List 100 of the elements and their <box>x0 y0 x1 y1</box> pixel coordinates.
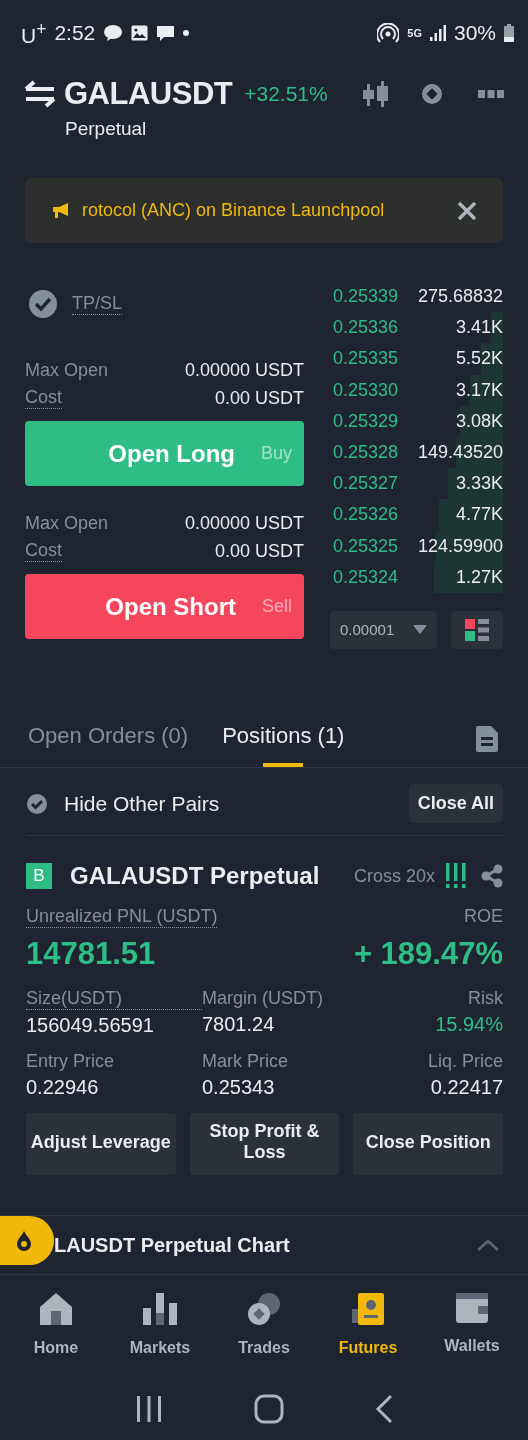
pnl-value: 14781.51 <box>26 936 156 972</box>
bid-amount: 3.17K <box>455 379 503 401</box>
home-icon <box>40 1293 72 1325</box>
back-icon[interactable] <box>374 1393 393 1424</box>
info-label: Max Open <box>25 513 109 534</box>
checkbox[interactable] <box>28 289 58 319</box>
megaphone-icon <box>53 203 70 218</box>
field-value: 0.25343 <box>202 1076 276 1099</box>
price-change: +32.51% <box>244 82 328 106</box>
precision-dropdown[interactable]: 0.00001 <box>330 610 437 649</box>
chart-label: LAUSDT Perpetual Chart <box>54 1233 291 1257</box>
bid-amount: 1.27K <box>455 566 503 588</box>
announcement-banner[interactable]: rotocol (ANC) on Binance Launchpool <box>25 178 503 243</box>
field-value: 15.94% <box>435 1013 503 1036</box>
field-label: Liq. Price <box>427 1051 503 1072</box>
info-value: 0.00000 USDT <box>184 360 304 381</box>
signal-icon <box>429 25 446 41</box>
bid-price[interactable]: 0.25324 <box>333 566 399 588</box>
filter-label[interactable]: Hide Other Pairs <box>64 791 220 816</box>
margin-mode: Cross 20x <box>353 865 435 887</box>
field-label: Mark Price <box>202 1051 289 1072</box>
candlestick-icon[interactable] <box>362 81 390 107</box>
battery-icon <box>504 24 514 42</box>
field-value: 0.22946 <box>26 1076 100 1099</box>
field-value: 156049.56591 <box>26 1014 155 1037</box>
info-label: Cost <box>25 540 62 562</box>
bid-price[interactable]: 0.25325 <box>333 535 399 557</box>
bid-price[interactable]: 0.25336 <box>333 317 399 339</box>
nav-item[interactable]: Futures <box>326 1293 410 1387</box>
announcement-text: rotocol (ANC) on Binance Launchpool <box>82 200 386 221</box>
book-layout-button[interactable] <box>451 610 503 649</box>
roe-label: ROE <box>464 906 503 928</box>
field-label: Risk <box>468 988 503 1009</box>
bid-price[interactable]: 0.25328 <box>333 442 399 464</box>
position-action-button[interactable]: Close Position <box>353 1113 503 1175</box>
recent-apps-icon[interactable] <box>135 1394 164 1423</box>
checkbox[interactable] <box>26 792 48 815</box>
flame-icon <box>16 1230 32 1251</box>
field-label: Size(USDT) <box>26 988 202 1010</box>
wallet-icon <box>456 1293 488 1323</box>
bid-amount: 3.41K <box>455 317 503 339</box>
field-label: Entry Price <box>26 1051 116 1072</box>
field-value: 7801.24 <box>202 1013 276 1036</box>
hotspot-icon <box>377 23 400 43</box>
bid-price[interactable]: 0.25329 <box>333 410 399 432</box>
notification-dot-icon <box>183 30 190 36</box>
bid-amount: 4.77K <box>455 504 503 526</box>
bid-price[interactable]: 0.25326 <box>333 504 399 526</box>
status-time: 2:52 <box>54 21 96 45</box>
pnl-label: Unrealized PNL (USDT) <box>26 906 218 928</box>
coins-icon <box>248 1293 280 1325</box>
open-short-button[interactable]: Open Short Sell <box>25 574 304 639</box>
info-label: Cost <box>25 387 62 409</box>
side-badge: B <box>26 863 52 889</box>
chevron-up-icon[interactable] <box>476 1238 500 1252</box>
caret-icon <box>413 625 427 635</box>
message-icon <box>156 24 176 42</box>
nav-item[interactable]: Trades <box>222 1293 306 1387</box>
roe-value: + 189.47% <box>353 936 503 972</box>
info-value: 0.00 USDT <box>214 388 304 409</box>
futures-icon <box>352 1293 384 1325</box>
network-label: 5G <box>407 27 422 39</box>
more-icon[interactable] <box>478 90 504 98</box>
position-action-button[interactable]: Stop Profit & Loss <box>189 1113 340 1175</box>
swap-arrows-icon[interactable] <box>24 80 56 108</box>
document-icon[interactable] <box>476 726 498 752</box>
bid-amount: 5.52K <box>455 348 503 370</box>
nav-item[interactable]: Markets <box>118 1293 202 1387</box>
home-button-icon[interactable] <box>254 1393 284 1424</box>
close-icon[interactable] <box>457 200 477 221</box>
bid-price[interactable]: 0.25335 <box>333 348 399 370</box>
close-all-button[interactable]: Close All <box>408 784 503 823</box>
field-value: 0.22417 <box>430 1076 503 1099</box>
tab[interactable]: Positions (1) <box>222 711 345 767</box>
bid-amount: 275.68832 <box>417 286 503 308</box>
bid-amount: 149.43520 <box>417 442 503 464</box>
position-action-button[interactable]: Adjust Leverage <box>26 1113 176 1175</box>
book-layout-icon <box>465 618 489 641</box>
bid-price[interactable]: 0.25327 <box>333 473 399 495</box>
bid-price[interactable]: 0.25339 <box>333 286 399 308</box>
tab[interactable]: Open Orders (0) <box>28 711 189 767</box>
bid-amount: 3.08K <box>455 410 503 432</box>
target-icon[interactable] <box>420 82 444 106</box>
chat-bubble-icon <box>103 24 124 42</box>
chart-bar[interactable]: LAUSDT Perpetual Chart <box>0 1215 528 1275</box>
info-value: 0.00000 USDT <box>184 513 304 534</box>
bid-amount: 124.59900 <box>417 535 503 557</box>
bid-amount: 3.33K <box>455 473 503 495</box>
bid-price[interactable]: 0.25330 <box>333 379 399 401</box>
battery-percent: 30% <box>453 21 496 45</box>
info-value: 0.00 USDT <box>214 541 304 562</box>
nav-item[interactable]: Home <box>14 1293 98 1387</box>
image-icon <box>131 25 149 41</box>
contract-type: Perpetual <box>65 118 148 140</box>
tpsl-label[interactable]: TP/SL <box>72 293 123 315</box>
floating-button[interactable] <box>0 1216 54 1265</box>
info-label: Max Open <box>25 360 109 381</box>
nav-item[interactable]: Wallets <box>430 1293 514 1387</box>
bar-chart-icon <box>143 1293 177 1325</box>
share-icon[interactable] <box>481 864 503 888</box>
